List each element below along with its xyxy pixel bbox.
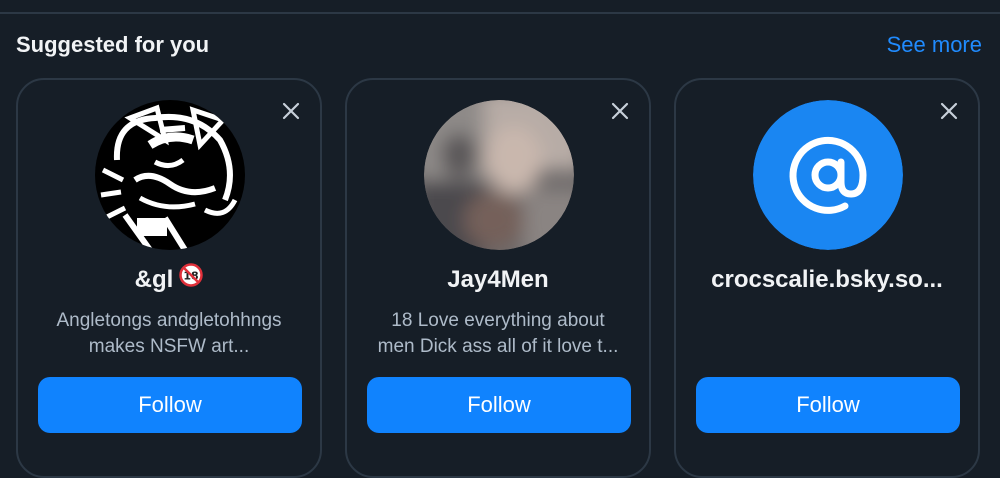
- suggested-profile-card[interactable]: Jay4Men 18 Love everything about men Dic…: [345, 78, 651, 478]
- close-icon[interactable]: [609, 100, 631, 122]
- see-more-link[interactable]: See more: [887, 32, 982, 58]
- profile-name: crocscalie.bsky.so...: [711, 266, 943, 293]
- close-icon[interactable]: [280, 100, 302, 122]
- close-icon[interactable]: [938, 100, 960, 122]
- suggested-profile-card[interactable]: crocscalie.bsky.so... Follow: [674, 78, 980, 478]
- bio-line: Angletongs andgletohhngs: [56, 310, 282, 331]
- bio-line: men Dick ass all of it love t...: [377, 336, 619, 357]
- top-divider: [0, 12, 1000, 14]
- suggested-profile-card[interactable]: &gl 18 Angletongs andgletohhngs makes NS…: [16, 78, 322, 478]
- avatar[interactable]: [95, 100, 245, 250]
- profile-name: &gl: [134, 266, 174, 293]
- follow-button[interactable]: Follow: [367, 377, 631, 433]
- no-under-18-icon: 18: [179, 263, 204, 294]
- profile-name-row: &gl 18: [18, 263, 320, 294]
- profile-name-row: Jay4Men: [347, 266, 649, 294]
- profile-name: Jay4Men: [447, 266, 549, 293]
- bio-line: makes NSFW art...: [88, 336, 250, 357]
- avatar[interactable]: [753, 100, 903, 250]
- profile-name-row: crocscalie.bsky.so...: [676, 266, 978, 294]
- follow-button[interactable]: Follow: [38, 377, 302, 433]
- bio-line: 18 Love everything about: [391, 310, 605, 331]
- suggested-header: Suggested for you See more: [0, 30, 1000, 64]
- profile-bio: Angletongs andgletohhngs makes NSFW art.…: [32, 308, 306, 360]
- profile-bio: 18 Love everything about men Dick ass al…: [361, 308, 635, 360]
- section-title: Suggested for you: [16, 32, 210, 57]
- avatar[interactable]: [424, 100, 574, 250]
- follow-button[interactable]: Follow: [696, 377, 960, 433]
